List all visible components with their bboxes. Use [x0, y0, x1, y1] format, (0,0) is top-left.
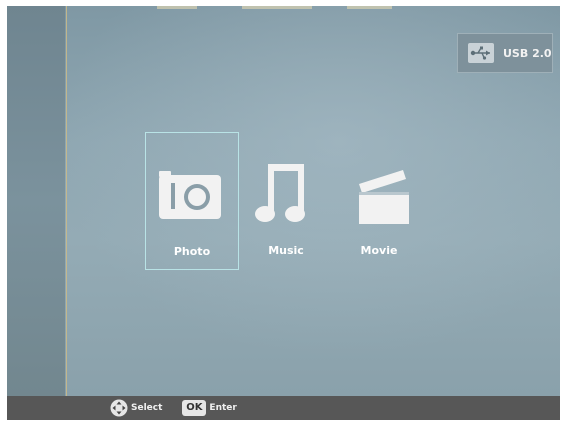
tv-screen-frame: USB 2.0 Photo Music Movie Select OK Ente… — [7, 6, 560, 420]
enter-hint-label: Enter — [209, 403, 237, 413]
glare-mark — [157, 6, 197, 9]
glare-mark — [347, 6, 392, 9]
left-side-panel — [7, 6, 65, 396]
camera-icon — [159, 171, 221, 219]
media-menu-screen: USB 2.0 Photo Music Movie — [7, 6, 560, 396]
glare-mark — [242, 6, 312, 9]
usb-icon — [468, 43, 494, 63]
menu-item-music[interactable]: Music — [239, 132, 333, 270]
clapperboard-icon — [359, 170, 409, 224]
menu-item-label: Music — [268, 244, 304, 257]
menu-item-photo[interactable]: Photo — [145, 132, 239, 270]
usb-label: USB 2.0 — [503, 46, 552, 60]
dpad-icon — [110, 399, 128, 417]
panel-divider — [66, 6, 67, 396]
menu-item-label: Photo — [173, 245, 211, 258]
footer-hint-bar: Select OK Enter — [7, 396, 560, 420]
menu-item-label: Movie — [360, 244, 398, 257]
usb-source-badge: USB 2.0 — [457, 33, 553, 73]
menu-item-movie[interactable]: Movie — [332, 132, 426, 270]
ok-key-icon: OK — [182, 400, 207, 416]
select-hint-label: Select — [131, 403, 163, 413]
music-note-icon — [255, 164, 305, 222]
